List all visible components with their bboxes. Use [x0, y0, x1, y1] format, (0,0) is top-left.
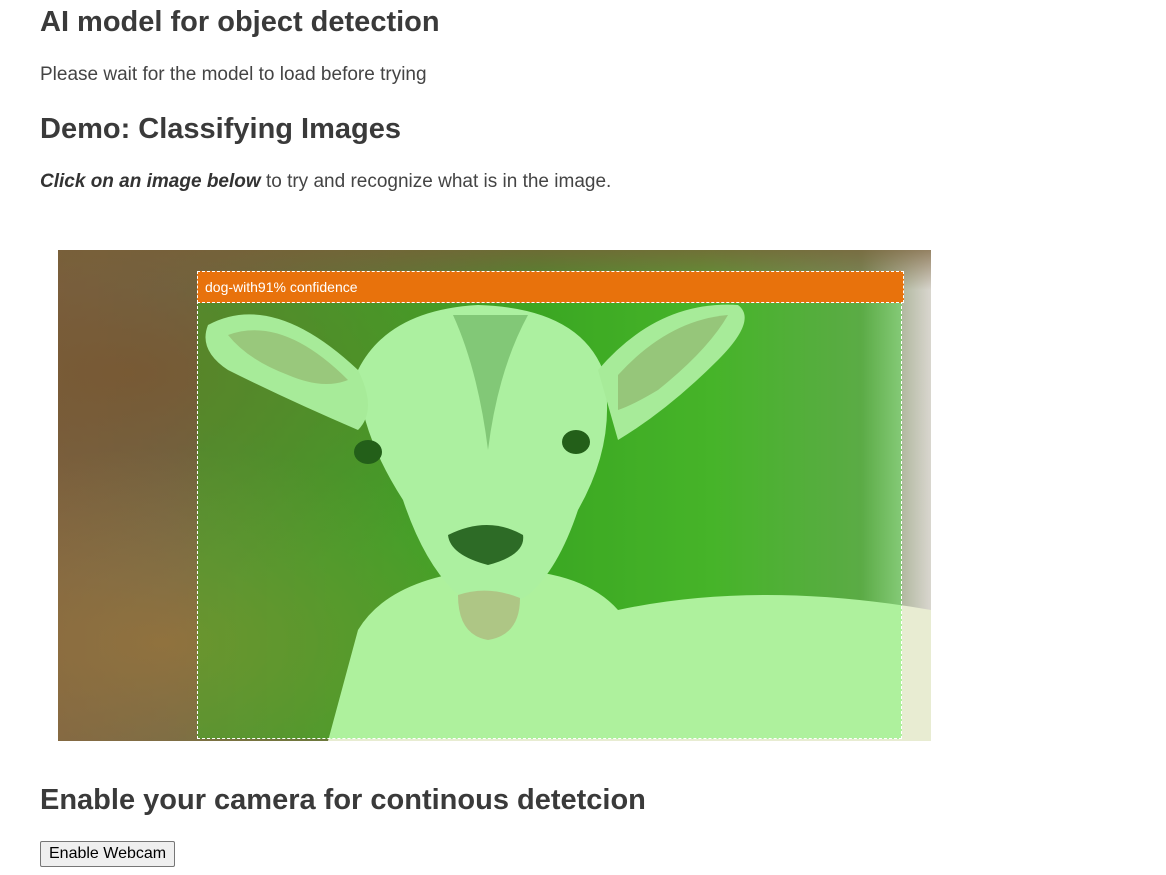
page-title: AI model for object detection — [40, 6, 440, 38]
enable-webcam-button[interactable]: Enable Webcam — [40, 841, 176, 867]
detection-bounding-box — [197, 271, 902, 739]
instructions-text: to try and recognize what is in the imag… — [260, 171, 612, 192]
demo-instructions: Click on an image below to try and recog… — [40, 170, 611, 194]
instructions-emphasis: Click on an image below — [40, 171, 261, 192]
model-load-note: Please wait for the model to load before… — [40, 64, 427, 85]
detection-label: dog-with91% confidence — [197, 271, 904, 303]
demo-section-title: Demo: Classifying Images — [40, 113, 401, 145]
camera-section-title: Enable your camera for continous detetci… — [40, 784, 646, 816]
